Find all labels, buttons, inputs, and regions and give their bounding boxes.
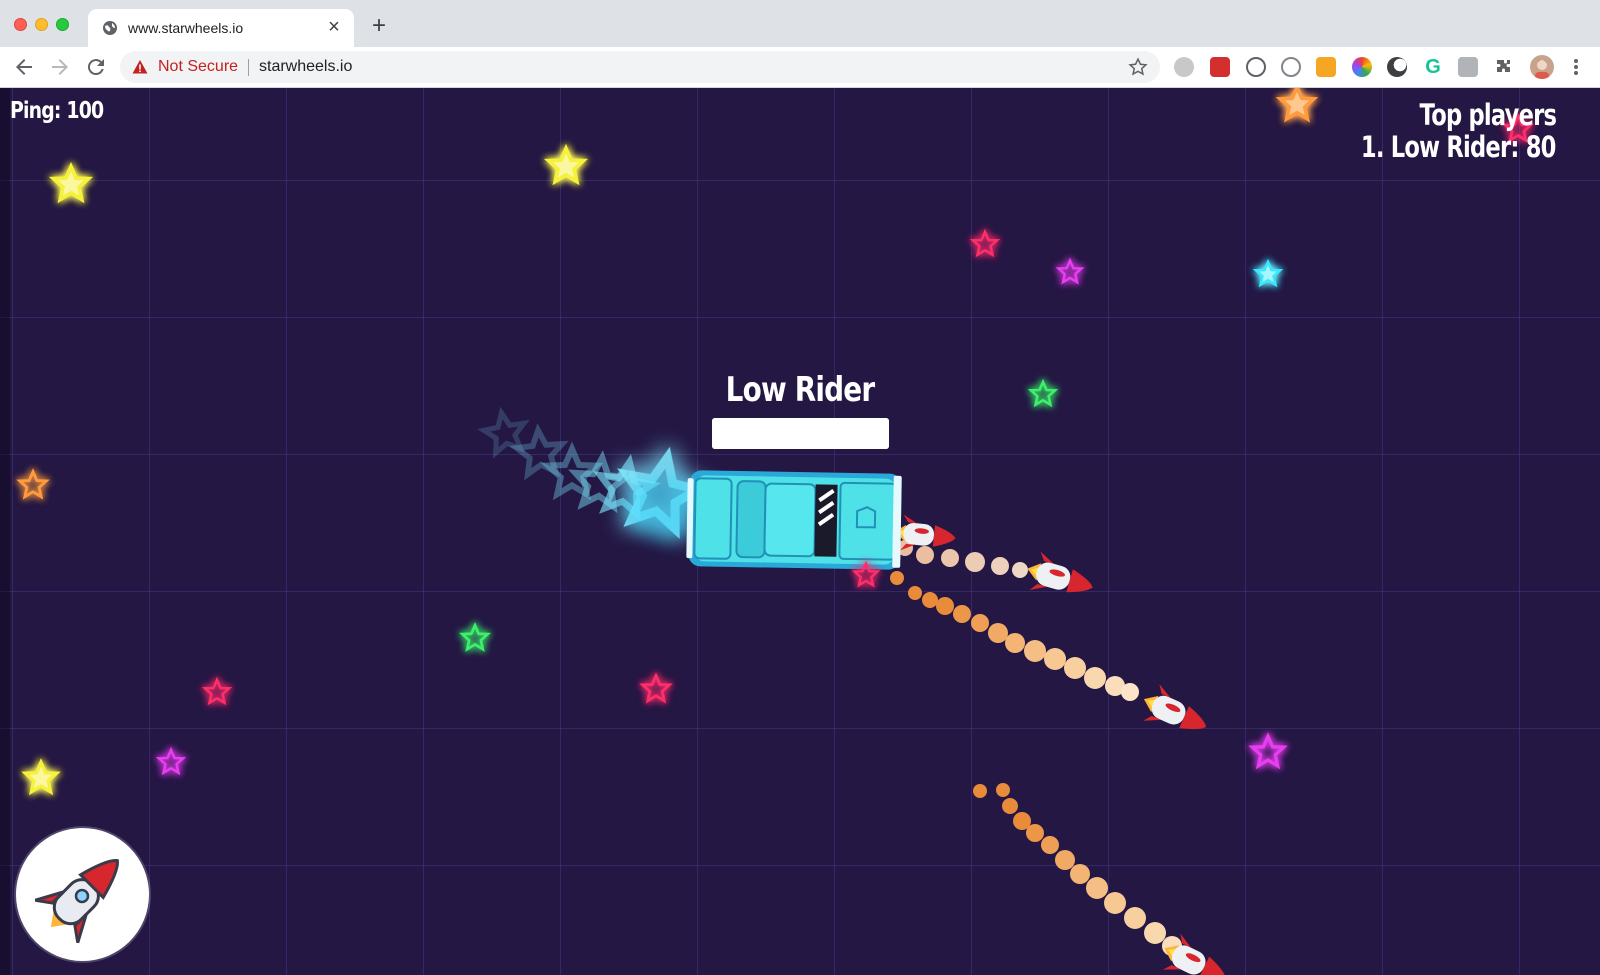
warning-icon[interactable]	[132, 59, 148, 75]
rocket-smoke-trail	[973, 783, 1182, 956]
rocket-projectile	[1155, 930, 1235, 975]
rocket-smoke-trail	[897, 540, 1028, 578]
stack-icon[interactable]	[1316, 57, 1336, 77]
star-pickup	[1057, 259, 1083, 284]
address-bar[interactable]: Not Secure starwheels.io	[120, 51, 1160, 83]
forward-arrow-icon[interactable]	[48, 55, 72, 79]
browser-toolbar: Not Secure starwheels.io G	[0, 47, 1600, 88]
browser-tab[interactable]: www.starwheels.io ×	[88, 9, 354, 47]
game-scene	[18, 88, 1532, 975]
close-tab-icon[interactable]: ×	[324, 17, 344, 37]
rocket-icon	[34, 859, 119, 944]
profile-avatar[interactable]	[1530, 55, 1554, 79]
grammarly-icon[interactable]: G	[1423, 57, 1443, 77]
close-window-button[interactable]	[14, 18, 27, 31]
omnibox-divider	[248, 59, 249, 76]
tab-strip: www.starwheels.io × +	[0, 0, 1600, 47]
lastpass-icon[interactable]	[1210, 57, 1230, 77]
star-pickup	[971, 230, 999, 256]
star-pickup	[1250, 734, 1286, 768]
back-arrow-icon[interactable]	[12, 55, 36, 79]
player-car	[686, 470, 902, 570]
game-canvas[interactable]: Ping: 100 Top players 1. Low Rider: 80 L…	[0, 88, 1600, 975]
code-brackets-icon[interactable]	[1246, 57, 1266, 77]
rocket-powerup-button[interactable]	[16, 828, 149, 961]
rocket-projectile	[1021, 549, 1099, 607]
star-pickup	[1254, 260, 1282, 286]
star-pickup	[18, 470, 48, 499]
star-pickup	[51, 164, 91, 202]
minimize-window-button[interactable]	[35, 18, 48, 31]
star-pickup	[641, 674, 671, 703]
star-pickup	[23, 760, 59, 794]
star-pickup	[1278, 88, 1316, 121]
reload-icon[interactable]	[84, 55, 108, 79]
no-tracking-icon[interactable]	[1281, 57, 1301, 77]
new-tab-button[interactable]: +	[367, 14, 391, 39]
tab-title: www.starwheels.io	[128, 20, 244, 36]
boost-meter-fill	[712, 418, 889, 449]
boost-meter	[712, 418, 889, 449]
leaderboard-title: Top players	[1419, 98, 1556, 132]
css-viewer-icon[interactable]	[1458, 57, 1478, 77]
rocket-smoke-trail	[890, 571, 1139, 701]
star-pickup	[546, 146, 586, 184]
maximize-window-button[interactable]	[56, 18, 69, 31]
leaderboard-entry: 1. Low Rider: 80	[1361, 130, 1556, 164]
globe-icon	[103, 21, 117, 35]
rocket-projectile	[1135, 680, 1215, 746]
star-pickup	[461, 624, 489, 651]
more-menu-icon[interactable]	[1568, 56, 1584, 78]
player-name-label: Low Rider	[725, 370, 875, 410]
url-text[interactable]: starwheels.io	[259, 58, 352, 76]
ping-readout: Ping: 100	[10, 98, 104, 124]
star-pickup	[203, 678, 231, 704]
abp-icon[interactable]	[1174, 57, 1194, 77]
star-pickup	[157, 748, 185, 774]
puzzle-extensions-icon[interactable]	[1494, 57, 1514, 77]
star-pickup	[1029, 380, 1057, 406]
bookmark-star-icon[interactable]	[1128, 57, 1148, 77]
security-label[interactable]: Not Secure	[158, 58, 238, 76]
dark-mode-icon[interactable]	[1387, 57, 1407, 77]
color-wheel-icon[interactable]	[1352, 57, 1372, 77]
